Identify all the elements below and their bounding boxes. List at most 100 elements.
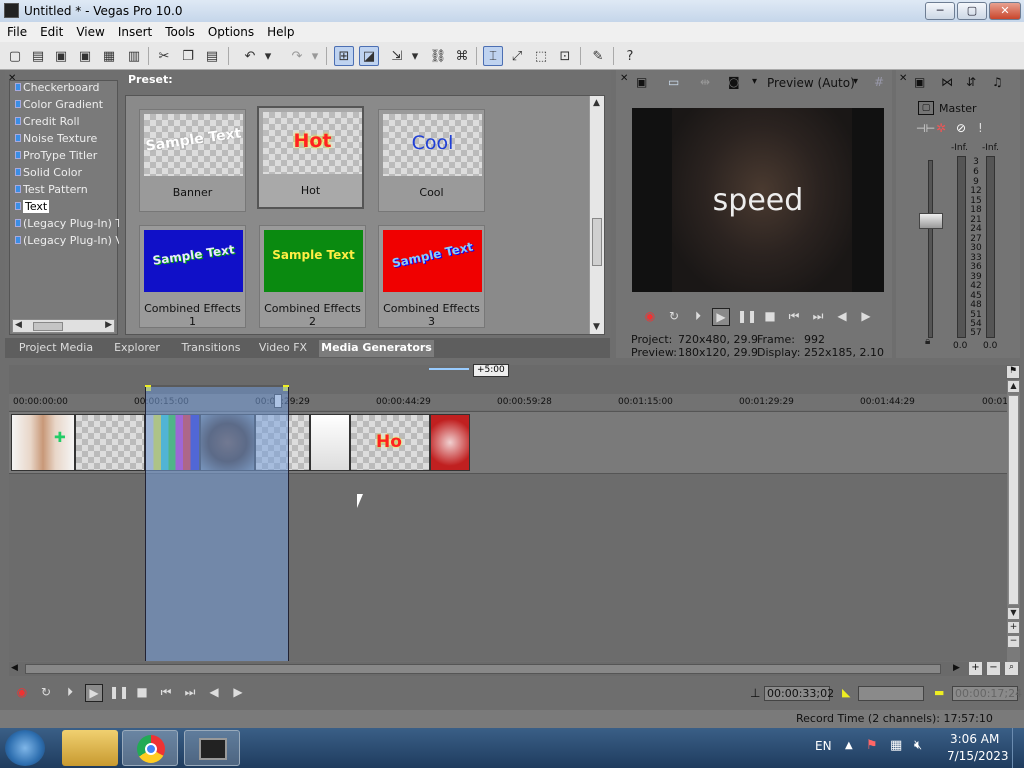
vegas-taskbar-icon[interactable] [184,730,240,766]
cut-icon[interactable]: ✂ [154,46,174,66]
play-from-start-icon[interactable]: ⏵ [689,308,707,326]
overlays-icon[interactable]: ◙ [728,75,740,89]
selection-length-field[interactable]: 00:00:17;24 [952,686,1022,701]
downmix-icon[interactable]: ⋈ [941,75,953,89]
zoom-edit-tool-icon[interactable]: ⊡ [555,46,575,66]
generator-item[interactable]: Credit Roll [15,115,119,131]
play-icon[interactable]: ▶ [712,308,730,326]
copy-icon[interactable]: ❐ [178,46,198,66]
generator-item[interactable]: Noise Texture [15,132,119,148]
vegas-app-icon[interactable] [4,3,19,18]
tab-video-fx[interactable]: Video FX [253,340,313,357]
tab-explorer[interactable]: Explorer [105,340,169,357]
action-center-icon[interactable]: ⚑ [866,738,878,753]
properties-icon[interactable]: ▥ [124,46,144,66]
minimize-button[interactable]: ─ [925,2,955,20]
scroll-thumb[interactable] [33,322,63,331]
network-icon[interactable]: ▦ [890,738,902,753]
time-selection-region[interactable] [145,387,289,661]
generator-item[interactable]: ProType Titler [15,149,119,165]
stop-icon[interactable]: ■ [761,308,779,326]
generator-item[interactable]: Test Pattern [15,183,119,199]
pause-icon[interactable]: ❚❚ [737,308,757,326]
menu-edit[interactable]: Edit [33,22,69,39]
menu-view[interactable]: View [69,22,110,39]
generator-item[interactable]: (Legacy Plug-In) T [15,217,119,233]
preset-tile-hot[interactable]: Hot Hot [257,106,364,209]
new-icon[interactable]: ▢ [5,46,25,66]
ripple-dropdown-icon[interactable]: ▾ [409,46,421,66]
dim-output-icon[interactable]: ⇵ [966,75,976,89]
redo-dropdown-icon[interactable]: ▾ [309,46,321,66]
zoom-out-track-icon[interactable]: − [1008,636,1019,647]
auto-crossfade-icon[interactable]: ⌘ [452,46,472,66]
scroll-thumb[interactable] [592,218,602,266]
fader-lock-icon[interactable]: 🔒︎ [925,336,930,347]
solo-icon[interactable]: ! [978,121,983,135]
lock-envelopes-icon[interactable]: ⇲ [387,46,407,66]
show-desktop-button[interactable] [1012,728,1024,768]
transport-play-from-start-icon[interactable]: ⏵ [61,684,79,702]
generator-item[interactable]: Color Gradient [15,98,119,114]
ignore-grouping-icon[interactable]: ⛓ [428,46,448,66]
preset-tile-banner[interactable]: Sample Text Banner [139,109,246,212]
whats-this-help-icon[interactable]: ? [620,46,640,66]
go-to-end-icon[interactable]: ⏭ [809,308,827,326]
preset-vscroll[interactable]: ▲ ▼ [589,96,604,334]
menu-tools[interactable]: Tools [158,22,201,39]
undo-icon[interactable]: ↶ [240,46,260,66]
marker-icon[interactable]: ⚑ [1006,365,1020,379]
transport-loop-icon[interactable]: ↻ [37,684,55,702]
menu-insert[interactable]: Insert [111,22,158,39]
zoom-out-time-icon[interactable]: − [987,662,1000,675]
envelope-edit-tool-icon[interactable]: ⤢ [507,46,527,66]
text-media-clip[interactable] [75,414,145,471]
transport-record-icon[interactable]: ◉ [13,684,31,702]
loop-playback-icon[interactable]: ↻ [665,308,683,326]
preview-quality-select[interactable]: Preview (Auto) [767,76,855,90]
save-icon[interactable]: ▣ [51,46,71,66]
chrome-taskbar-icon[interactable] [122,730,178,766]
menu-help[interactable]: Help [260,22,300,39]
overlays-dropdown-icon[interactable]: ▾ [752,76,757,87]
zoom-tool-icon[interactable]: ⌕ [1005,662,1018,675]
save-as-icon[interactable]: ▣ [75,46,95,66]
generator-item[interactable]: Solid Color [15,166,119,182]
transport-play-icon[interactable]: ▶ [85,684,103,702]
cursor-time-field[interactable]: 00:00:33;02 [764,686,834,701]
video-clip-character[interactable] [310,414,350,471]
generator-list-hscroll[interactable]: ◀ ▶ [12,319,115,333]
timeline-hscroll[interactable]: ◀ ▶ + − ⌕ [9,662,1020,676]
undo-dropdown-icon[interactable]: ▾ [262,46,274,66]
tab-transitions[interactable]: Transitions [177,340,245,357]
channel-meters-icon[interactable]: ♫ [992,75,1003,89]
transport-pause-icon[interactable]: ❚❚ [109,684,129,702]
master-fader-handle[interactable] [919,213,943,229]
timeline-vscroll[interactable]: ▲ ▼ + − [1007,380,1020,662]
previous-frame-icon[interactable]: ◀ [833,308,851,326]
master-close-icon[interactable]: ✕ [899,73,907,84]
enable-snapping-icon[interactable]: ⊞ [334,46,354,66]
mixer-properties-icon[interactable]: ▣ [914,75,925,89]
zoom-in-track-icon[interactable]: + [1008,622,1019,633]
start-button[interactable] [5,730,45,766]
paste-icon[interactable]: ▤ [202,46,222,66]
redo-icon[interactable]: ↷ [287,46,307,66]
selection-start-field[interactable] [858,686,924,701]
preview-quality-dropdown-icon[interactable]: ▾ [853,76,858,87]
transport-go-to-end-icon[interactable]: ⏭ [181,684,199,702]
language-indicator[interactable]: EN [815,739,832,753]
show-hidden-icons-icon[interactable]: ▲ [845,740,853,751]
generator-item[interactable]: (Legacy Plug-In) V [15,234,119,250]
master-fx-icon[interactable]: ⊣⊢ [916,122,935,135]
preset-tile-combined-effects-1[interactable]: Sample Text Combined Effects 1 [139,225,246,328]
mute-icon[interactable]: ⊘ [956,121,966,135]
menu-options[interactable]: Options [201,22,260,39]
preset-tile-cool[interactable]: Cool Cool [378,109,485,212]
render-icon[interactable]: ▦ [99,46,119,66]
menu-file[interactable]: File [0,22,33,39]
clock-time[interactable]: 3:06 AM [950,732,999,746]
next-frame-icon[interactable]: ▶ [857,308,875,326]
tab-project-media[interactable]: Project Media [15,340,97,357]
video-preview-properties-icon[interactable]: ▣ [636,75,647,89]
